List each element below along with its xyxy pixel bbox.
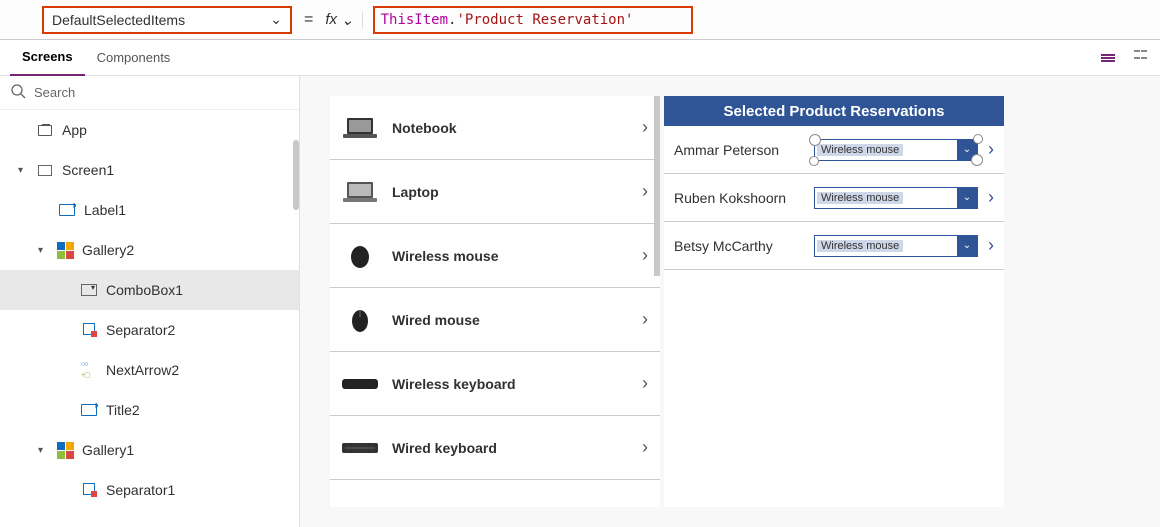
search-input[interactable]: Search xyxy=(0,76,299,110)
table-row[interactable]: Betsy McCarthy Wireless mouse ⌄ › xyxy=(664,222,1004,270)
combobox[interactable]: Wireless mouse ⌄ xyxy=(814,139,978,161)
chevron-right-icon[interactable]: › xyxy=(642,117,648,138)
tab-components[interactable]: Components xyxy=(85,40,183,76)
product-gallery[interactable]: Notebook › Laptop › Wireless mouse › Wir… xyxy=(330,96,660,507)
scrollbar[interactable] xyxy=(293,140,299,210)
formula-bar: DefaultSelectedItems ⌄ = fx ⌄ ThisItem.'… xyxy=(0,0,1160,40)
tree-item-gallery1[interactable]: ▾ Gallery1 xyxy=(0,430,299,470)
property-dropdown[interactable]: DefaultSelectedItems ⌄ xyxy=(42,6,292,34)
tree-item-combobox1[interactable]: ComboBox1 xyxy=(0,270,299,310)
list-item[interactable]: Laptop › xyxy=(330,160,660,224)
gallery-icon xyxy=(56,441,74,459)
tree-view: App ▾ Screen1 Label1 ▾ Gallery2 ComboBox… xyxy=(0,110,299,527)
tree-item-nextarrow2[interactable]: NextArrow2 xyxy=(0,350,299,390)
combobox[interactable]: Wireless mouse ⌄ xyxy=(814,187,978,209)
notebook-icon xyxy=(342,113,378,143)
combobox-icon xyxy=(80,281,98,299)
separator-icon xyxy=(80,321,98,339)
list-item[interactable]: Notebook › xyxy=(330,96,660,160)
gallery-icon xyxy=(56,241,74,259)
tree-item-gallery2[interactable]: ▾ Gallery2 xyxy=(0,230,299,270)
tree-view-panel: Search App ▾ Screen1 Label1 ▾ Gallery xyxy=(0,76,300,527)
tree-item-title2[interactable]: Title2 xyxy=(0,390,299,430)
label-icon xyxy=(58,201,76,219)
formula-input[interactable]: ThisItem.'Product Reservation' xyxy=(373,6,693,34)
chevron-down-icon[interactable]: ⌄ xyxy=(957,188,977,208)
chevron-down-icon: ▾ xyxy=(38,245,48,256)
tree-item-separator2[interactable]: Separator2 xyxy=(0,310,299,350)
app-preview: Notebook › Laptop › Wireless mouse › Wir… xyxy=(330,96,1004,507)
search-icon xyxy=(10,83,26,102)
tree-item-screen1[interactable]: ▾ Screen1 xyxy=(0,150,299,190)
chevron-right-icon[interactable]: › xyxy=(642,309,648,330)
fx-label[interactable]: fx ⌄ xyxy=(325,11,362,29)
list-view-icon[interactable] xyxy=(1098,48,1118,68)
chevron-right-icon[interactable]: › xyxy=(988,187,994,208)
keyboard-icon xyxy=(342,369,378,399)
scrollbar[interactable] xyxy=(654,96,660,276)
chevron-right-icon[interactable]: › xyxy=(642,373,648,394)
formula-string: 'Product Reservation' xyxy=(456,12,633,28)
list-item[interactable]: Wireless mouse › xyxy=(330,224,660,288)
tree-item-label1[interactable]: Label1 xyxy=(0,190,299,230)
keyboard-icon xyxy=(342,433,378,463)
table-row[interactable]: Ruben Kokshoorn Wireless mouse ⌄ › xyxy=(664,174,1004,222)
property-name: DefaultSelectedItems xyxy=(52,12,185,28)
list-item[interactable]: Wired keyboard › xyxy=(330,416,660,480)
panel-tabs: Screens Components xyxy=(0,40,1160,76)
chevron-right-icon[interactable]: › xyxy=(642,245,648,266)
separator-icon xyxy=(80,481,98,499)
formula-keyword: ThisItem xyxy=(381,12,448,28)
nextarrow-icon xyxy=(80,361,98,379)
chevron-down-icon: ⌄ xyxy=(270,11,282,28)
reservations-gallery[interactable]: Selected Product Reservations Ammar Pete… xyxy=(664,96,1004,507)
tab-screens[interactable]: Screens xyxy=(10,40,85,76)
combobox[interactable]: Wireless mouse ⌄ xyxy=(814,235,978,257)
chevron-right-icon[interactable]: › xyxy=(642,437,648,458)
tree-item-separator1[interactable]: Separator1 xyxy=(0,470,299,510)
canvas: Notebook › Laptop › Wireless mouse › Wir… xyxy=(300,76,1160,527)
chevron-down-icon: ⌄ xyxy=(341,11,354,29)
app-icon xyxy=(36,121,54,139)
chevron-right-icon[interactable]: › xyxy=(988,139,994,160)
chevron-down-icon: ▾ xyxy=(18,165,28,176)
grid-view-icon[interactable] xyxy=(1130,48,1150,68)
reservations-header: Selected Product Reservations xyxy=(664,96,1004,126)
equals-sign: = xyxy=(292,11,325,29)
tree-item-app[interactable]: App xyxy=(0,110,299,150)
laptop-icon xyxy=(342,177,378,207)
mouse-icon xyxy=(342,305,378,335)
screen-icon xyxy=(36,161,54,179)
chevron-down-icon[interactable]: ⌄ xyxy=(957,236,977,256)
table-row[interactable]: Ammar Peterson Wireless mouse ⌄ › xyxy=(664,126,1004,174)
chevron-right-icon[interactable]: › xyxy=(642,181,648,202)
chevron-right-icon[interactable]: › xyxy=(988,235,994,256)
list-item[interactable]: Wireless keyboard › xyxy=(330,352,660,416)
chevron-down-icon: ▾ xyxy=(38,445,48,456)
list-item[interactable]: Wired mouse › xyxy=(330,288,660,352)
label-icon xyxy=(80,401,98,419)
search-placeholder: Search xyxy=(34,85,75,100)
mouse-icon xyxy=(342,241,378,271)
